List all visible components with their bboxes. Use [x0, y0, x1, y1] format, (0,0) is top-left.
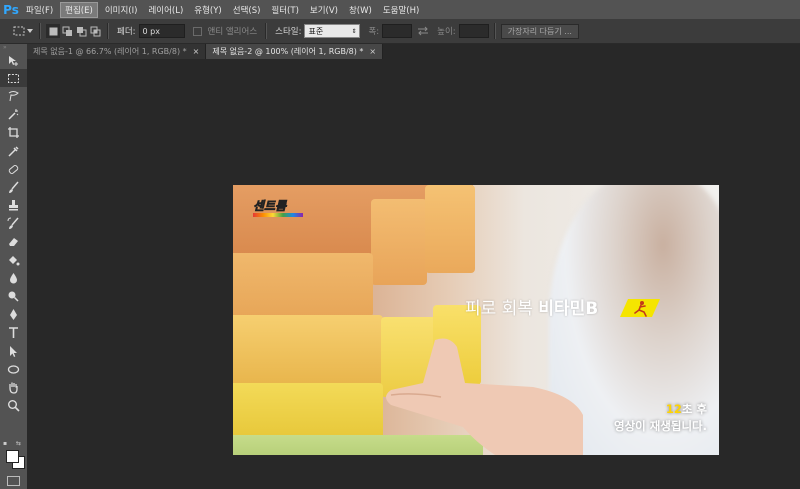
yellow-block-left [233, 315, 383, 385]
tools-panel: » ▪ ⇆ [0, 44, 27, 489]
tab-label: 제목 없음-1 @ 66.7% (레이어 1, RGB/8) * [33, 47, 187, 56]
style-select-value: 표준 [308, 26, 324, 36]
brush-tool-icon[interactable] [0, 178, 27, 196]
slogan: 피로 회복 비타민B [465, 294, 598, 319]
height-input[interactable] [458, 24, 489, 38]
add-selection-icon[interactable] [60, 24, 74, 38]
brand-logo-rainbow-bar [253, 213, 303, 217]
orange-block-small [371, 199, 427, 285]
refine-edge-button[interactable]: 가장자리 다듬기 ... [500, 23, 579, 39]
antialias-checkbox[interactable] [192, 26, 202, 36]
menu-help[interactable]: 도움말(H) [379, 3, 423, 17]
shape-tool-icon[interactable] [0, 360, 27, 378]
countdown-number: 12 [665, 402, 682, 416]
document-tabs: 제목 없음-1 @ 66.7% (레이어 1, RGB/8) * × 제목 없음… [27, 44, 800, 59]
options-bar: 페더: 0 px 앤티 앨리어스 스타일: 표준 ⇕ 폭: 높이: 가장자리 다… [0, 19, 800, 44]
feather-label: 페더: [117, 27, 136, 37]
paint-bucket-tool-icon[interactable] [0, 251, 27, 269]
swap-colors-icon[interactable]: ⇆ [16, 440, 21, 447]
countdown-message: 영상이 재생됩니다. [613, 419, 707, 433]
updown-arrow-icon: ⇕ [351, 27, 357, 35]
zoom-tool-icon[interactable] [0, 397, 27, 415]
new-selection-icon[interactable] [46, 24, 60, 38]
countdown-suffix: 초 후 [681, 402, 707, 416]
antialias-label: 앤티 앨리어스 [207, 27, 258, 37]
menu-layer[interactable]: 레이어(L) [144, 3, 187, 17]
foreground-color-swatch[interactable] [6, 450, 19, 463]
photoshop-logo: Ps [3, 2, 19, 17]
history-brush-tool-icon[interactable] [0, 215, 27, 233]
tab-document-1[interactable]: 제목 없음-1 @ 66.7% (레이어 1, RGB/8) * × [27, 44, 207, 59]
move-tool-icon[interactable] [0, 51, 27, 69]
width-label: 폭: [368, 27, 380, 37]
subtract-selection-icon[interactable] [74, 24, 88, 38]
quick-mask-icon[interactable] [7, 476, 20, 486]
divider [39, 23, 41, 39]
tab-document-2[interactable]: 제목 없음-2 @ 100% (레이어 1, RGB/8) * × [206, 44, 384, 59]
brand-logo: 센트룸 [253, 197, 309, 219]
marquee-tool-icon[interactable] [0, 69, 27, 88]
path-select-tool-icon[interactable] [0, 342, 27, 360]
quick-select-tool-icon[interactable] [0, 106, 27, 124]
menu-file[interactable]: 파일(F) [22, 3, 57, 17]
slogan-regular: 피로 회복 [465, 299, 533, 319]
style-label: 스타일: [275, 27, 302, 37]
crop-tool-icon[interactable] [0, 124, 27, 142]
orange-block-small-right [425, 185, 475, 273]
swap-icon[interactable] [416, 24, 430, 38]
menu-filter[interactable]: 필터(T) [267, 3, 302, 17]
default-colors-icon[interactable]: ▪ [3, 440, 7, 447]
lasso-tool-icon[interactable] [0, 87, 27, 105]
countdown-overlay: 12초 후 영상이 재생됩니다. [614, 401, 707, 435]
document-canvas[interactable]: 센트룸 피로 회복 비타민B 12초 후 영상이 재생됩니다. [233, 185, 719, 455]
menu-edit[interactable]: 편집(E) [60, 1, 98, 18]
brand-logo-text: 센트룸 [253, 199, 287, 214]
chevron-down-icon[interactable] [26, 24, 34, 38]
width-input[interactable] [382, 24, 413, 38]
tab-label: 제목 없음-2 @ 100% (레이어 1, RGB/8) * [212, 47, 364, 56]
color-swatches[interactable]: ▪ ⇆ [3, 440, 25, 470]
divider [493, 23, 496, 39]
menu-window[interactable]: 창(W) [345, 3, 376, 17]
divider [265, 23, 268, 39]
menu-type[interactable]: 유형(Y) [190, 3, 225, 17]
menu-view[interactable]: 보기(V) [306, 3, 342, 17]
spot-healing-tool-icon[interactable] [0, 160, 27, 178]
menu-select[interactable]: 선택(S) [229, 3, 265, 17]
intersect-selection-icon[interactable] [88, 24, 102, 38]
vitamin-runner-icon [620, 299, 660, 317]
divider [107, 23, 109, 39]
eraser-tool-icon[interactable] [0, 233, 27, 251]
orange-block-mid [233, 253, 373, 317]
feather-input[interactable]: 0 px [138, 24, 185, 38]
pen-tool-icon[interactable] [0, 306, 27, 324]
close-icon[interactable]: × [193, 47, 200, 56]
hand-shape [386, 338, 583, 455]
menu-image[interactable]: 이미지(I) [101, 3, 142, 17]
hand-tool-icon[interactable] [0, 378, 27, 396]
panel-collapse-icon[interactable]: » [0, 44, 27, 51]
style-select[interactable]: 표준 ⇕ [304, 24, 361, 38]
type-tool-icon[interactable] [0, 324, 27, 342]
yellow-block-low [233, 383, 383, 443]
dodge-tool-icon[interactable] [0, 287, 27, 305]
blur-tool-icon[interactable] [0, 269, 27, 287]
height-label: 높이: [437, 27, 456, 37]
close-icon[interactable]: × [369, 47, 376, 56]
clone-stamp-tool-icon[interactable] [0, 197, 27, 215]
slogan-bold: 비타민B [538, 299, 599, 319]
marquee-preset-icon[interactable] [12, 24, 26, 38]
eyedropper-tool-icon[interactable] [0, 142, 27, 160]
menu-bar: Ps 파일(F) 편집(E) 이미지(I) 레이어(L) 유형(Y) 선택(S)… [0, 0, 800, 19]
